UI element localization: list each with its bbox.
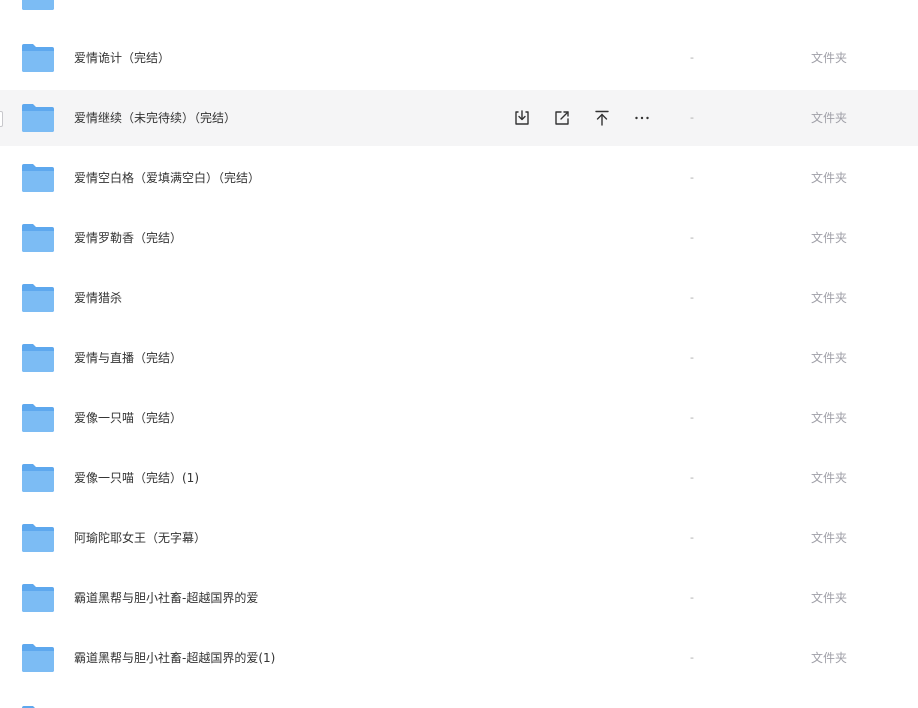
folder-name[interactable]: 阿瑜陀耶女王（无字幕） xyxy=(74,510,206,566)
file-type: 文件夹 xyxy=(811,471,848,485)
folder-icon xyxy=(22,44,54,72)
folder-icon xyxy=(22,524,54,552)
file-size: - xyxy=(690,651,694,664)
folder-name[interactable]: 爱情猎杀 xyxy=(74,270,122,326)
file-size: - xyxy=(690,471,694,484)
file-size: - xyxy=(690,351,694,364)
folder-name[interactable]: 爱情空白格（爱填满空白）（完结） xyxy=(74,150,260,206)
folder-icon xyxy=(22,104,54,132)
folder-icon xyxy=(22,464,54,492)
more-button[interactable] xyxy=(632,108,652,128)
file-type: 文件夹 xyxy=(811,51,848,65)
list-item[interactable]: 阿瑜陀耶女王（无字幕） - 文件夹 xyxy=(0,510,918,566)
row-actions xyxy=(512,108,652,128)
list-item[interactable]: 爱情空白格（爱填满空白）（完结） - 文件夹 xyxy=(0,150,918,206)
folder-icon xyxy=(22,644,54,672)
folder-name[interactable]: 霸道黑帮与胆小社畜-超越国界的爱(1) xyxy=(74,630,275,686)
folder-icon xyxy=(22,404,54,432)
file-type: 文件夹 xyxy=(811,111,848,125)
list-item-hovered[interactable]: 爱情继续（未完待续）（完结） - 文件夹 xyxy=(0,90,918,146)
file-type: 文件夹 xyxy=(811,411,848,425)
file-type: 文件夹 xyxy=(811,231,848,245)
share-button[interactable] xyxy=(552,108,572,128)
file-list: . 爱情诡计（完结） - 文件夹 爱情继续（未完待续）（完结） xyxy=(0,0,918,708)
file-type: 文件夹 xyxy=(811,171,848,185)
list-item[interactable]: 爱情诡计（完结） - 文件夹 xyxy=(0,30,918,86)
file-size: - xyxy=(690,291,694,304)
file-size: - xyxy=(690,591,694,604)
folder-icon xyxy=(22,284,54,312)
list-item[interactable]: 霸道黑帮与胆小社畜-超越国界的爱(1) - 文件夹 xyxy=(0,630,918,686)
folder-icon xyxy=(22,224,54,252)
pin-to-top-icon xyxy=(595,110,609,126)
folder-name[interactable]: 霸道黑帮与胆小社畜-超越国界的爱 xyxy=(74,570,258,626)
list-item[interactable]: 霸道黑帮与胆小社畜-超越国界的爱 - 文件夹 xyxy=(0,570,918,626)
file-size: - xyxy=(690,111,694,124)
file-size: - xyxy=(690,231,694,244)
file-type: 文件夹 xyxy=(811,531,848,545)
folder-name[interactable]: 爱情罗勒香（完结） xyxy=(74,210,182,266)
file-size: - xyxy=(690,411,694,424)
folder-icon xyxy=(22,706,35,708)
folder-name[interactable]: 爱像一只喵（完结） xyxy=(74,390,182,446)
list-item[interactable]: 爱情罗勒香（完结） - 文件夹 xyxy=(0,210,918,266)
more-icon xyxy=(635,116,649,120)
file-type: 文件夹 xyxy=(811,591,848,605)
folder-name[interactable]: 爱像一只喵（完结）(1) xyxy=(74,450,199,506)
share-icon xyxy=(555,111,569,125)
row-checkbox[interactable] xyxy=(0,111,3,127)
folder-name[interactable]: 爱情诡计（完结） xyxy=(74,30,170,86)
list-item[interactable]: 爱情与直播（完结） - 文件夹 xyxy=(0,330,918,386)
file-type: 文件夹 xyxy=(811,291,848,305)
list-item[interactable]: 爱像一只喵（完结）(1) - 文件夹 xyxy=(0,450,918,506)
download-icon xyxy=(515,110,529,125)
file-size: - xyxy=(690,531,694,544)
folder-name[interactable]: 爱情继续（未完待续）（完结） xyxy=(74,90,236,146)
folder-icon xyxy=(22,0,54,10)
file-size: - xyxy=(690,51,694,64)
file-type: 文件夹 xyxy=(811,651,848,665)
folder-icon xyxy=(22,164,54,192)
download-button[interactable] xyxy=(512,108,532,128)
file-size: - xyxy=(690,171,694,184)
folder-name[interactable]: 爱情与直播（完结） xyxy=(74,330,182,386)
file-type: 文件夹 xyxy=(811,351,848,365)
folder-icon xyxy=(22,584,54,612)
list-item[interactable]: 爱像一只喵（完结） - 文件夹 xyxy=(0,390,918,446)
list-item[interactable]: 爱情猎杀 - 文件夹 xyxy=(0,270,918,326)
folder-icon xyxy=(22,344,54,372)
partial-row-text: . xyxy=(160,0,164,2)
pin-to-top-button[interactable] xyxy=(592,108,612,128)
